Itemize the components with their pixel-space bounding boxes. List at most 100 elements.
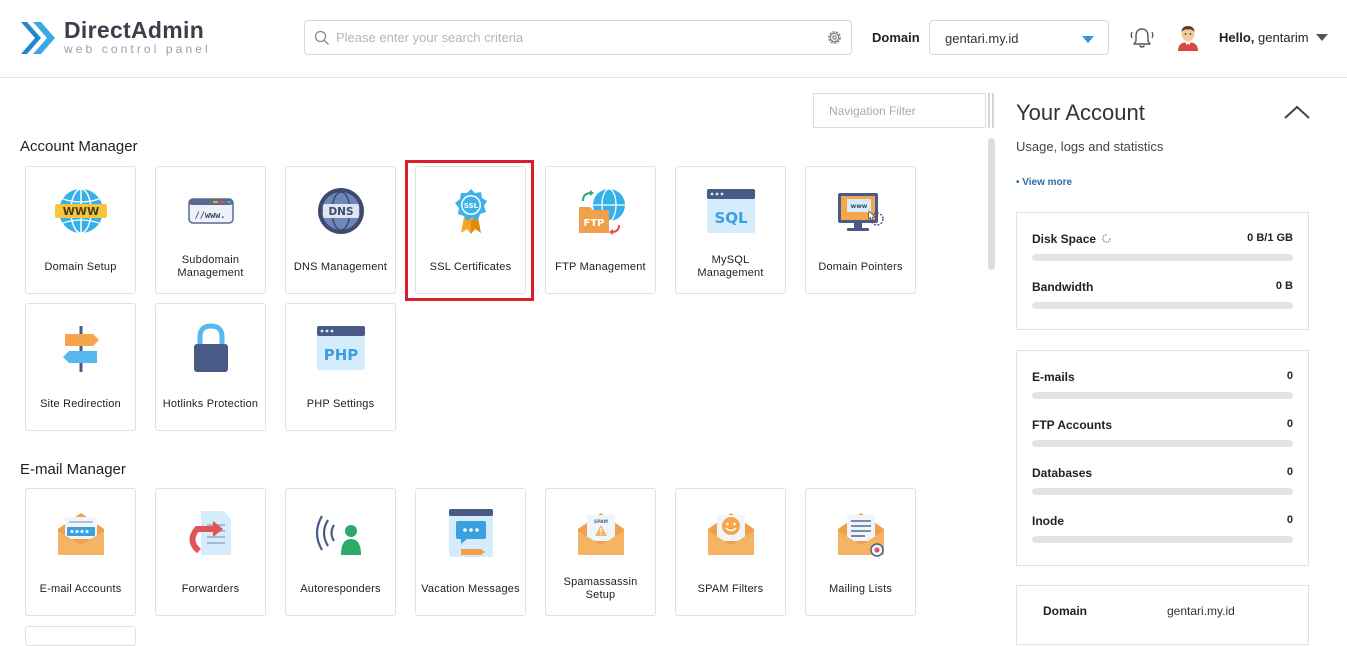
sql-window-icon: SQL [706, 189, 755, 233]
mailing-list-icon [837, 513, 884, 557]
tile-vacation-messages[interactable]: Vacation Messages [415, 488, 526, 616]
php-window-icon: PHP [316, 326, 365, 370]
panel-resize-handle[interactable] [987, 93, 997, 128]
stat-value: 0 [1286, 514, 1293, 526]
progress-bar [1032, 302, 1293, 309]
directadmin-logo-icon [21, 22, 55, 54]
stat-value: 0 B/1 GB [1247, 232, 1293, 244]
username-text: gentarim [1258, 30, 1309, 45]
stat-emails: E-mails 0 [1032, 370, 1293, 406]
directadmin-logo[interactable]: DirectAdmin web control panel [18, 16, 218, 60]
tile-label: Subdomain Management [177, 254, 244, 279]
progress-bar [1032, 488, 1293, 495]
svg-text:WWW: WWW [62, 205, 98, 218]
user-avatar-icon[interactable] [1175, 23, 1201, 51]
tile-label: MySQL Management [697, 254, 764, 279]
tile-domain-pointers[interactable]: www Domain Pointers [805, 166, 916, 294]
tile-label: Forwarders [181, 582, 240, 595]
stat-databases: Databases 0 [1032, 466, 1293, 502]
progress-bar [1032, 536, 1293, 543]
progress-bar [1032, 254, 1293, 261]
info-value: gentari.my.id [1167, 604, 1235, 618]
view-more-link[interactable]: • View more [1016, 177, 1072, 188]
search-settings-gear-icon[interactable] [826, 29, 843, 46]
global-search[interactable] [304, 20, 852, 55]
tile-hotlinks-protection[interactable]: Hotlinks Protection [155, 303, 266, 431]
refresh-icon[interactable] [1101, 233, 1112, 244]
svg-text:SQL: SQL [714, 209, 748, 227]
svg-text://www.: //www. [194, 211, 225, 221]
ftp-folder-icon: FTP [578, 188, 625, 235]
svg-text:FTP: FTP [583, 218, 604, 229]
tile-ftp-management[interactable]: FTP FTP Management [545, 166, 656, 294]
stat-value: 0 [1286, 370, 1293, 382]
stat-bandwidth: Bandwidth 0 B [1032, 280, 1293, 316]
main-scrollbar[interactable] [988, 138, 995, 270]
tile-label: Domain Pointers [818, 260, 903, 273]
search-icon [314, 30, 329, 45]
stat-disk-space: Disk Space 0 B/1 GB [1032, 232, 1293, 268]
www-globe-icon: WWW [54, 188, 107, 234]
spam-filter-smiley-icon [707, 513, 754, 555]
collapse-chevron-up-icon[interactable] [1283, 104, 1311, 120]
tile-label: DNS Management [293, 260, 388, 273]
stat-name: Bandwidth [1032, 280, 1094, 294]
tile-label: Hotlinks Protection [162, 397, 259, 410]
tile-forwarders[interactable]: Forwarders [155, 488, 266, 616]
top-header: DirectAdmin web control panel Domain gen… [0, 0, 1347, 78]
vacation-chat-icon [448, 509, 493, 557]
navigation-filter-input[interactable] [814, 94, 985, 127]
domain-label: Domain [872, 30, 920, 45]
tile-domain-setup[interactable]: WWW Domain Setup [25, 166, 136, 294]
domain-pointer-monitor-icon: www [837, 193, 884, 231]
tile-site-redirection[interactable]: Site Redirection [25, 303, 136, 431]
info-key: Domain [1043, 604, 1088, 618]
subdomain-icon: //www. [187, 198, 234, 224]
notification-bell-icon[interactable] [1128, 24, 1156, 52]
tile-label: PHP Settings [306, 397, 375, 410]
svg-text:DNS: DNS [328, 206, 353, 218]
ssl-certificates-highlight-box [405, 160, 534, 301]
usage-stats-box: Disk Space 0 B/1 GB Bandwidth 0 B [1016, 212, 1309, 330]
tile-autoresponders[interactable]: Autoresponders [285, 488, 396, 616]
svg-text:www: www [850, 203, 867, 210]
domain-select[interactable]: gentari.my.id [929, 20, 1109, 55]
chevron-down-icon [1082, 36, 1094, 43]
user-greeting[interactable]: Hello, gentarim [1219, 30, 1309, 45]
tile-subdomain-management[interactable]: //www. Subdomain Management [155, 166, 266, 294]
tile-partially-visible[interactable] [25, 626, 136, 646]
stat-name: FTP Accounts [1032, 418, 1113, 432]
stat-value: 0 [1286, 418, 1293, 430]
tile-spam-filters[interactable]: SPAM Filters [675, 488, 786, 616]
tile-php-settings[interactable]: PHP PHP Settings [285, 303, 396, 431]
navigation-filter[interactable] [813, 93, 986, 128]
count-stats-box: E-mails 0 FTP Accounts 0 Databases 0 Ino… [1016, 350, 1309, 566]
tile-mysql-management[interactable]: SQL MySQL Management [675, 166, 786, 294]
greeting-text: Hello, [1219, 30, 1255, 45]
padlock-icon [193, 323, 228, 372]
account-info-box: Domain gentari.my.id [1016, 585, 1309, 645]
tile-label: SPAM Filters [697, 582, 764, 595]
stat-inode: Inode 0 [1032, 514, 1293, 550]
tile-spamassassin-setup[interactable]: SPAM Spamassassin Setup [545, 488, 656, 616]
stat-ftp-accounts: FTP Accounts 0 [1032, 418, 1293, 454]
spam-envelope-icon: SPAM [577, 513, 624, 555]
search-input[interactable] [336, 21, 816, 54]
tile-label: Autoresponders [300, 582, 381, 595]
brand-subtitle: web control panel [64, 42, 211, 56]
tile-label: Site Redirection [40, 397, 121, 410]
svg-text:SPAM: SPAM [593, 519, 608, 525]
user-menu-chevron-down-icon[interactable] [1316, 34, 1328, 41]
tile-dns-management[interactable]: DNS DNS Management [285, 166, 396, 294]
section-title-email-manager: E-mail Manager [20, 461, 126, 478]
tile-label: Domain Setup [44, 260, 117, 273]
tile-mailing-lists[interactable]: Mailing Lists [805, 488, 916, 616]
stat-value: 0 B [1275, 280, 1293, 292]
tile-email-accounts[interactable]: E-mail Accounts [25, 488, 136, 616]
tile-label: FTP Management [555, 260, 646, 273]
forward-document-icon [189, 511, 231, 555]
progress-bar [1032, 392, 1293, 399]
brand-title: DirectAdmin [64, 17, 205, 43]
section-title-account-manager: Account Manager [20, 138, 138, 155]
your-account-panel: Your Account Usage, logs and statistics … [997, 78, 1347, 645]
